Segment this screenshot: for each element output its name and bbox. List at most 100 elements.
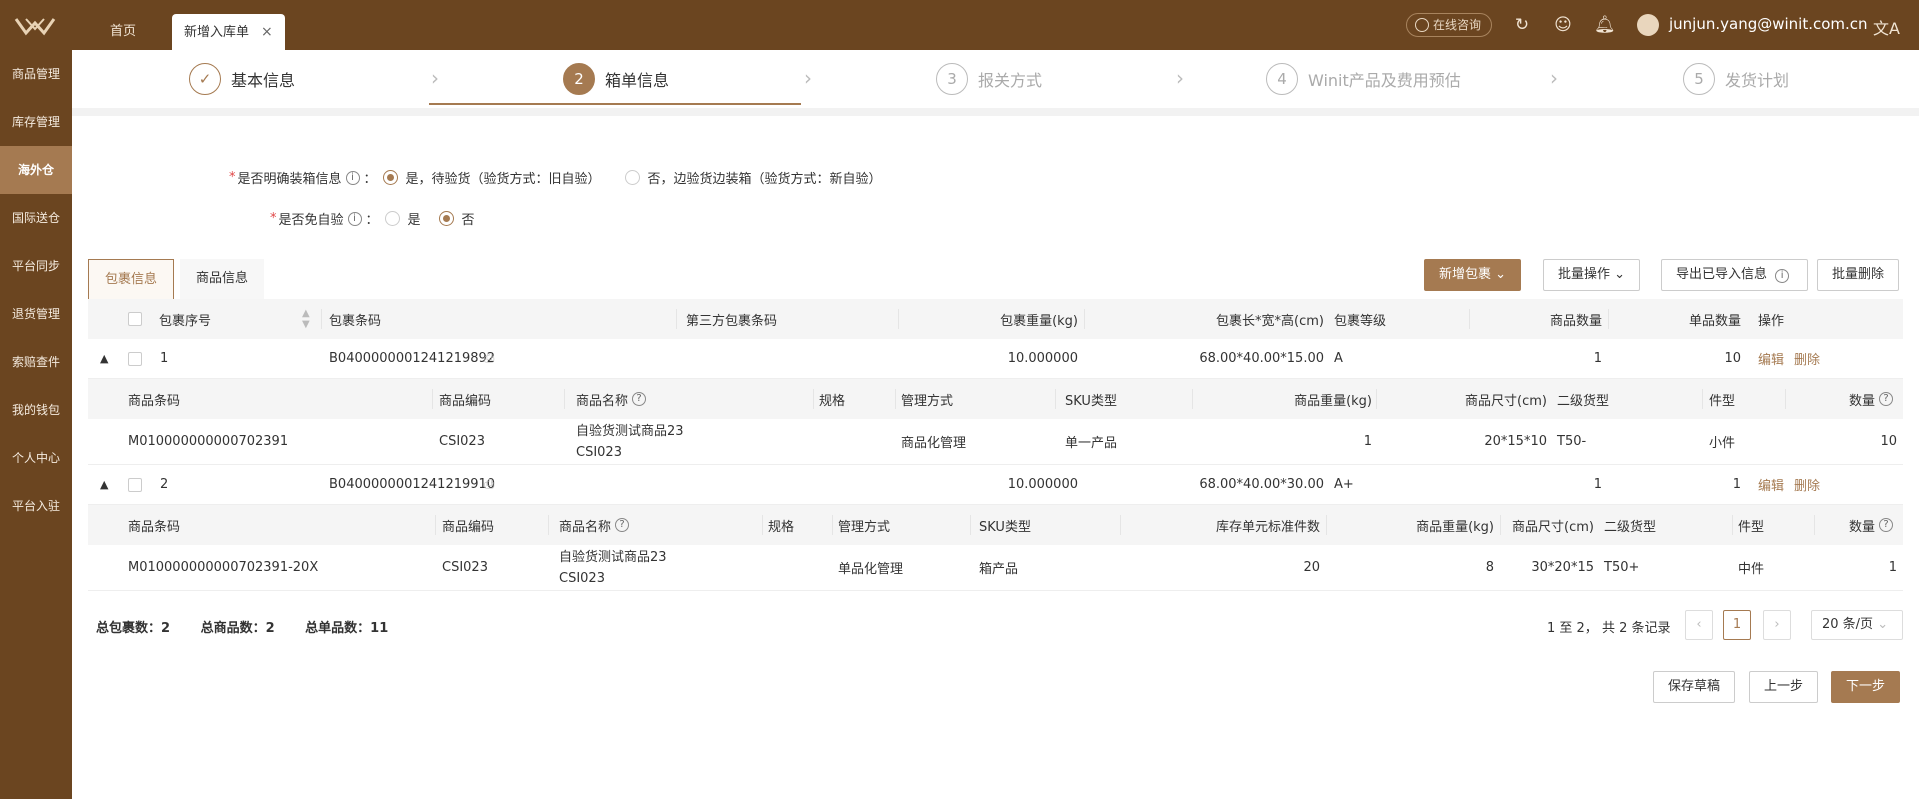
- edit-link[interactable]: 编辑: [1758, 349, 1784, 368]
- header-ops: 操作: [1758, 313, 1785, 329]
- radio-label[interactable]: 否，边验货边装箱（验货方式：新自验）: [648, 168, 882, 187]
- header-unit-qty: 单品数量: [1688, 313, 1741, 329]
- step-winit-product[interactable]: 4 Winit产品及费用预估: [1266, 62, 1461, 96]
- help-icon[interactable]: ?: [1879, 518, 1893, 532]
- sidebar-item-platform-join[interactable]: 平台入驻: [0, 482, 72, 530]
- prev-step-button[interactable]: 上一步: [1749, 671, 1819, 703]
- sidebar-item-profile[interactable]: 个人中心: [0, 434, 72, 482]
- sidebar: 商品管理 库存管理 海外仓 国际送仓 平台同步 退货管理 索赔查件 我的钱包 个…: [0, 50, 72, 799]
- column-separator: [1084, 309, 1085, 329]
- row-goods-qty: 1: [1593, 477, 1602, 492]
- sidebar-item-returns[interactable]: 退货管理: [0, 290, 72, 338]
- tab-home[interactable]: 首页: [98, 14, 148, 50]
- chevron-down-icon: ⌄: [1495, 267, 1507, 282]
- sidebar-item-inventory[interactable]: 库存管理: [0, 98, 72, 146]
- total-packages: 总包裹数：2: [96, 621, 171, 636]
- info-icon: i: [1775, 269, 1790, 283]
- sub-row-barcode: M010000000000702391: [128, 434, 289, 449]
- delete-link[interactable]: 删除: [1794, 349, 1820, 368]
- avatar[interactable]: [1637, 14, 1659, 36]
- add-package-button[interactable]: 新增包裹 ⌄: [1424, 259, 1522, 291]
- page-size-select[interactable]: 20 条/页 ⌄: [1811, 610, 1903, 640]
- row-unit-qty: 10: [1724, 351, 1741, 366]
- step-customs[interactable]: 3 报关方式: [936, 62, 1042, 96]
- chevron-right-icon: ›: [431, 66, 439, 90]
- step-label: 发货计划: [1725, 71, 1790, 90]
- sidebar-item-product[interactable]: 商品管理: [0, 50, 72, 98]
- column-separator: [895, 389, 896, 409]
- column-separator: [832, 515, 833, 535]
- barcode-icon[interactable]: ⎙: [484, 465, 494, 504]
- sub-table-row: M010000000000702391 CSI023 自验货测试商品23 CSI…: [88, 419, 1903, 465]
- radio-label[interactable]: 是: [408, 209, 421, 228]
- sort-icon[interactable]: ▲ ▼: [302, 299, 310, 339]
- close-icon[interactable]: ×: [261, 24, 273, 40]
- help-icon[interactable]: ?: [1879, 392, 1893, 406]
- tab-goods-info[interactable]: 商品信息: [180, 259, 265, 299]
- radio-yes[interactable]: [382, 170, 398, 185]
- collapse-icon[interactable]: ▲: [100, 339, 108, 378]
- language-icon[interactable]: 文A: [1873, 15, 1900, 39]
- save-draft-button[interactable]: 保存草稿: [1653, 671, 1736, 703]
- sidebar-item-claims[interactable]: 索赔查件: [0, 338, 72, 386]
- info-icon[interactable]: i: [345, 170, 360, 185]
- batch-delete-button[interactable]: 批量删除: [1817, 259, 1900, 291]
- column-separator: [321, 309, 322, 329]
- column-separator: [1732, 515, 1733, 535]
- sub-row-weight: 1: [1363, 434, 1372, 449]
- sidebar-item-platform-sync[interactable]: 平台同步: [0, 242, 72, 290]
- online-consult-button[interactable]: 在线咨询: [1406, 13, 1493, 37]
- tab-package-info[interactable]: 包裹信息: [88, 259, 175, 299]
- export-button[interactable]: 导出已导入信息 i: [1661, 259, 1809, 291]
- row-checkbox[interactable]: [128, 351, 142, 366]
- sub-row-weight: 8: [1485, 560, 1494, 575]
- step-basic-info[interactable]: ✓ 基本信息: [189, 62, 295, 96]
- collapse-icon[interactable]: ▲: [100, 465, 108, 504]
- winit-logo[interactable]: [14, 15, 56, 37]
- step-packing-info[interactable]: 2 箱单信息: [563, 62, 669, 96]
- page-number[interactable]: 1: [1723, 610, 1751, 640]
- row-unit-qty: 1: [1732, 477, 1741, 492]
- refresh-icon[interactable]: ↻: [1512, 15, 1532, 35]
- tab-new-inbound[interactable]: 新增入库单 ×: [172, 14, 285, 50]
- help-icon[interactable]: ?: [615, 518, 630, 532]
- row-checkbox[interactable]: [128, 477, 142, 492]
- radio-no[interactable]: [438, 211, 454, 226]
- sidebar-item-overseas[interactable]: 海外仓: [0, 146, 72, 194]
- top-bar: 首页 新增入库单 × 在线咨询 ↻ ☺ 🔔︎ junjun.yang@winit.…: [0, 0, 1919, 50]
- next-page-icon[interactable]: ›: [1763, 610, 1791, 640]
- info-icon[interactable]: i: [347, 211, 362, 226]
- select-all-checkbox[interactable]: [128, 312, 142, 326]
- next-step-button[interactable]: 下一步: [1831, 671, 1901, 703]
- select-all-cell: [128, 299, 142, 339]
- sub-row-mgmt: 商品化管理: [901, 436, 967, 451]
- step-shipping-plan[interactable]: 5 发货计划: [1683, 62, 1789, 96]
- batch-operation-button[interactable]: 批量操作 ⌄: [1543, 259, 1641, 291]
- sidebar-item-intl-delivery[interactable]: 国际送仓: [0, 194, 72, 242]
- sub-row-size: 20*15*10: [1484, 434, 1547, 449]
- prev-page-icon[interactable]: ‹: [1685, 610, 1713, 640]
- radio-label[interactable]: 是，待验货（验货方式：旧自验）: [406, 168, 601, 187]
- sub-header-code: 商品编码: [439, 393, 492, 409]
- chevron-right-icon: ›: [1550, 66, 1558, 90]
- sidebar-item-wallet[interactable]: 我的钱包: [0, 386, 72, 434]
- radio-no[interactable]: [624, 170, 640, 185]
- header-goods-qty: 商品数量: [1549, 313, 1602, 329]
- column-separator: [762, 515, 763, 535]
- radio-yes[interactable]: [384, 211, 400, 226]
- bell-icon[interactable]: 🔔︎: [1594, 15, 1616, 35]
- total-units: 总单品数：11: [305, 621, 389, 636]
- smile-icon[interactable]: ☺: [1553, 15, 1573, 35]
- delete-link[interactable]: 删除: [1794, 475, 1820, 494]
- sub-header-name: 商品名称?: [576, 379, 650, 419]
- barcode-icon[interactable]: ⎙: [484, 339, 494, 378]
- export-label: 导出已导入信息: [1676, 267, 1768, 282]
- edit-link[interactable]: 编辑: [1758, 475, 1784, 494]
- user-email[interactable]: junjun.yang@winit.com.cn: [1669, 15, 1868, 33]
- radio-label[interactable]: 否: [462, 209, 475, 228]
- active-step-underline: [429, 103, 801, 105]
- sub-header-weight: 商品重量(kg): [1416, 519, 1494, 535]
- column-separator: [432, 389, 433, 409]
- chevron-down-icon: ⌄: [1614, 267, 1626, 282]
- help-icon[interactable]: ?: [632, 392, 647, 406]
